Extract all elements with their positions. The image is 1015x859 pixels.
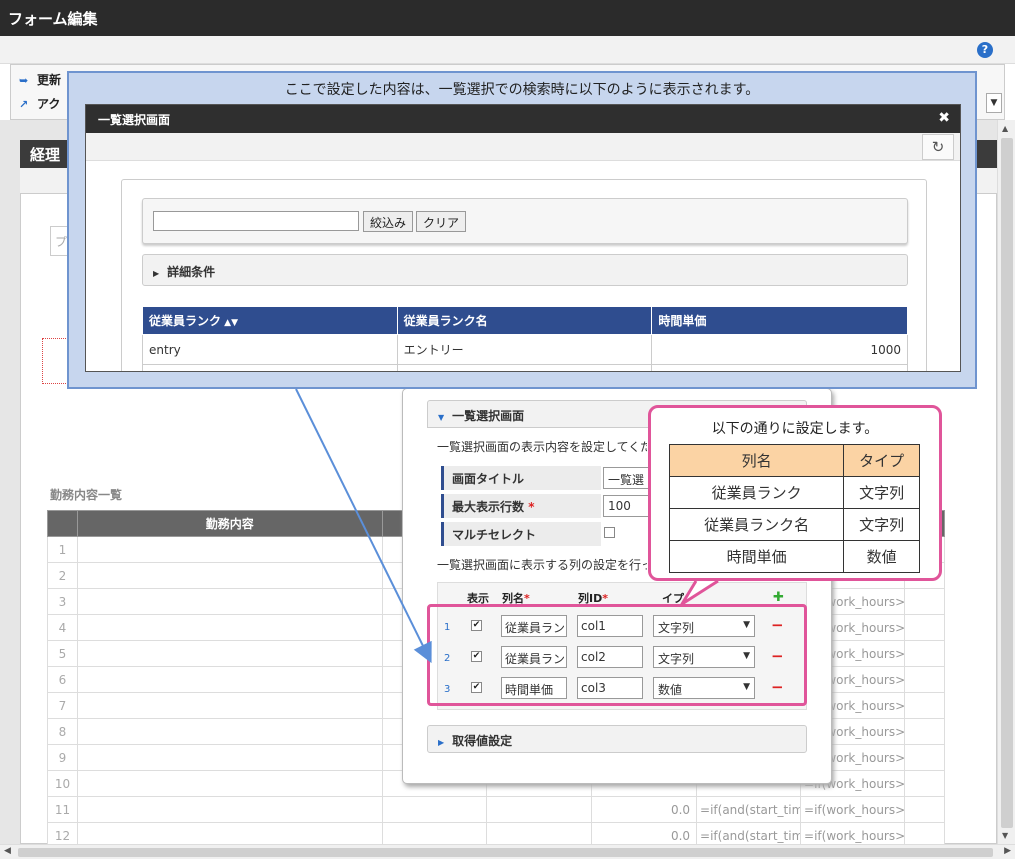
table-row: 従業員ランク 文字列 [668, 476, 920, 509]
callout-table: 列名 タイプ 従業員ランク 文字列 従業員ランク名 文字列 時間単価 数値 [668, 444, 920, 573]
scroll-down-icon[interactable]: ▼ [1002, 831, 1008, 840]
callout-text: 以下の通りに設定します。 [711, 421, 879, 437]
scroll-left-icon[interactable]: ◀ [4, 846, 11, 856]
scroll-right-icon[interactable]: ▶ [1004, 846, 1011, 856]
table-row: 時間単価 数値 [668, 540, 920, 573]
settings-callout: 以下の通りに設定します。 列名 タイプ 従業員ランク 文字列 従業員ランク名 文字列… [648, 405, 942, 581]
horizontal-scrollbar[interactable]: ◀ ▶ [0, 844, 1015, 859]
vertical-scrollbar[interactable]: ▲ ▼ [997, 120, 1015, 844]
scroll-up-icon[interactable]: ▲ [1002, 124, 1008, 133]
table-row: 従業員ランク名 文字列 [668, 508, 920, 541]
